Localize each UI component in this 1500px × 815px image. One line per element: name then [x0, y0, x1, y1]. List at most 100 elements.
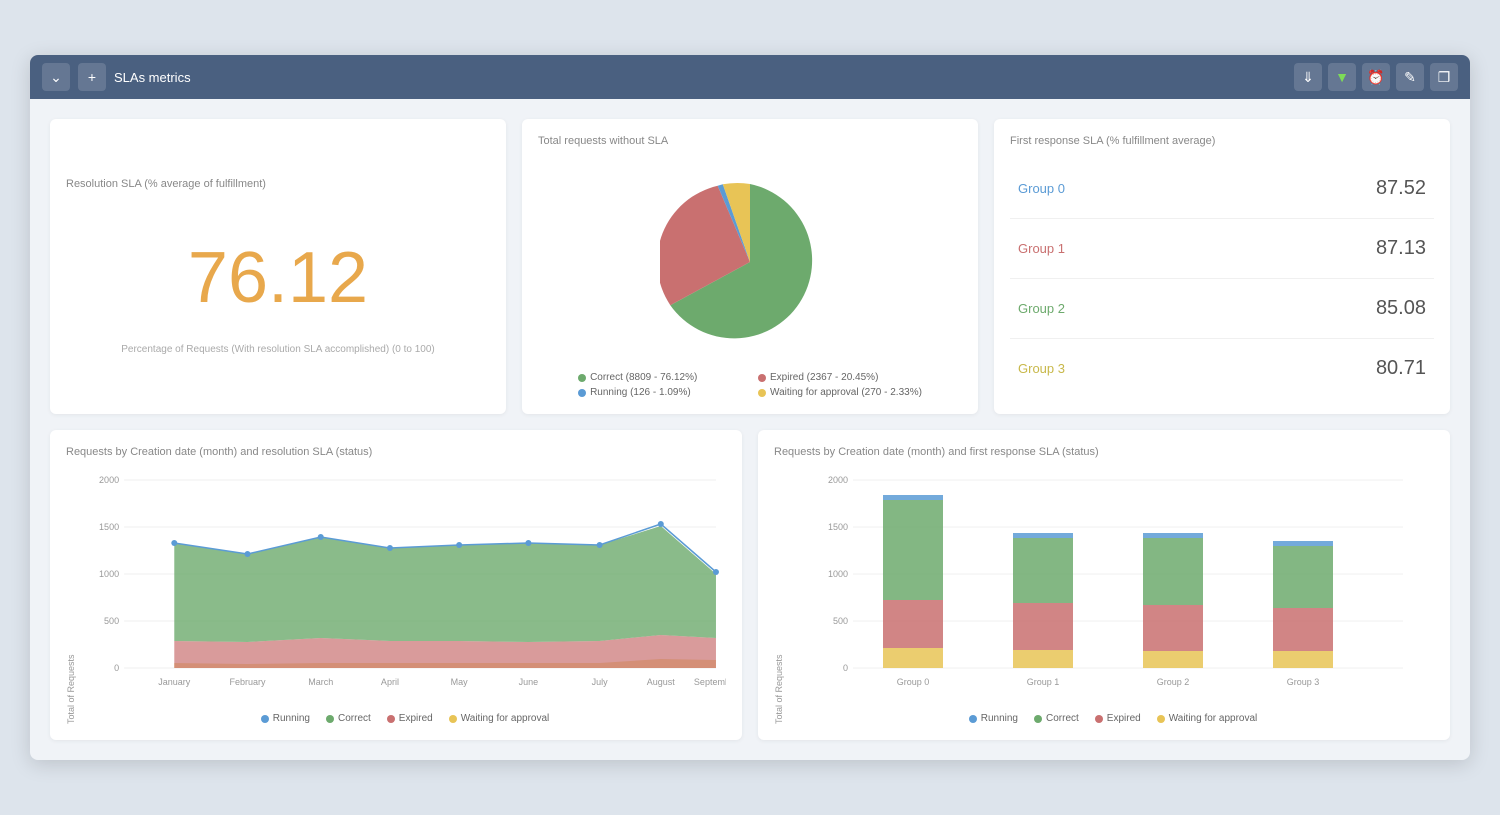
waiting-bar-dot — [1157, 715, 1165, 723]
expand-button[interactable]: ❐ — [1430, 63, 1458, 91]
top-row: Resolution SLA (% average of fulfillment… — [50, 119, 1450, 414]
group1-name: Group 1 — [1018, 241, 1065, 256]
group1-value: 87.13 — [1376, 237, 1426, 260]
clock-button[interactable]: ⏰ — [1362, 63, 1390, 91]
pie-legend: Correct (8809 - 76.12%) Expired (2367 - … — [578, 372, 922, 398]
svg-text:1500: 1500 — [99, 522, 119, 532]
legend-expired-area: Expired — [387, 713, 433, 724]
svg-text:May: May — [451, 677, 469, 687]
resolution-month-title: Requests by Creation date (month) and re… — [66, 446, 726, 458]
svg-text:0: 0 — [843, 663, 848, 673]
svg-text:0: 0 — [114, 663, 119, 673]
running-bar-label: Running — [981, 713, 1018, 724]
svg-text:Group 0: Group 0 — [897, 677, 930, 687]
total-requests-title: Total requests without SLA — [538, 135, 962, 147]
resolution-by-month-card: Requests by Creation date (month) and re… — [50, 430, 742, 740]
titlebar: ⌄ + SLAs metrics ⇓ ▼ ⏰ ✎ ❐ — [30, 55, 1470, 99]
legend-running-bar: Running — [969, 713, 1018, 724]
resolution-legend: Running Correct Expired — [84, 713, 726, 724]
svg-text:June: June — [519, 677, 539, 687]
group-legend: Running Correct Expired — [792, 713, 1434, 724]
svg-text:Group 1: Group 1 — [1027, 677, 1060, 687]
expired-bar-label: Expired — [1107, 713, 1141, 724]
pie-chart — [660, 172, 840, 352]
group3-name: Group 3 — [1018, 361, 1065, 376]
add-button[interactable]: + — [78, 63, 106, 91]
group0-value: 87.52 — [1376, 177, 1426, 200]
waiting-label: Waiting for approval (270 - 2.33%) — [770, 387, 922, 398]
sla-groups: Group 0 87.52 Group 1 87.13 Group 2 85.0… — [1010, 159, 1434, 398]
dashboard-content: Resolution SLA (% average of fulfillment… — [30, 99, 1470, 760]
expired-bar-dot — [1095, 715, 1103, 723]
running-area-label: Running — [273, 713, 310, 724]
correct-bar-label: Correct — [1046, 713, 1079, 724]
expired-dot — [758, 374, 766, 382]
titlebar-actions: ⇓ ▼ ⏰ ✎ ❐ — [1294, 63, 1458, 91]
svg-text:2000: 2000 — [99, 475, 119, 485]
running-area-dot — [261, 715, 269, 723]
resolution-sla-value: 76.12 — [188, 242, 368, 314]
svg-text:500: 500 — [833, 616, 848, 626]
first-response-title: First response SLA (% fulfillment averag… — [1010, 135, 1434, 147]
group0-name: Group 0 — [1018, 181, 1065, 196]
legend-waiting-area: Waiting for approval — [449, 713, 550, 724]
svg-text:July: July — [592, 677, 609, 687]
waiting-dot — [758, 389, 766, 397]
waiting-bar-label: Waiting for approval — [1169, 713, 1258, 724]
group2-value: 85.08 — [1376, 297, 1426, 320]
bottom-row: Requests by Creation date (month) and re… — [50, 430, 1450, 740]
sla-row-group2: Group 2 85.08 — [1010, 279, 1434, 339]
legend-waiting-bar: Waiting for approval — [1157, 713, 1258, 724]
resolution-y-label: Total of Requests — [66, 470, 76, 724]
svg-text:January: January — [158, 677, 191, 687]
legend-waiting: Waiting for approval (270 - 2.33%) — [758, 387, 922, 398]
running-bar-dot — [969, 715, 977, 723]
running-label: Running (126 - 1.09%) — [590, 387, 691, 398]
correct-area-label: Correct — [338, 713, 371, 724]
page-title: SLAs metrics — [114, 70, 1286, 85]
first-response-group-title: Requests by Creation date (month) and fi… — [774, 446, 1434, 458]
legend-correct: Correct (8809 - 76.12%) — [578, 372, 742, 383]
waiting-area-label: Waiting for approval — [461, 713, 550, 724]
waiting-area-dot — [449, 715, 457, 723]
app-window: ⌄ + SLAs metrics ⇓ ▼ ⏰ ✎ ❐ Resolution SL… — [30, 55, 1470, 760]
group-y-label: Total of Requests — [774, 470, 784, 724]
svg-text:April: April — [381, 677, 399, 687]
correct-dot — [578, 374, 586, 382]
legend-correct-bar: Correct — [1034, 713, 1079, 724]
legend-expired-bar: Expired — [1095, 713, 1141, 724]
svg-text:September: September — [694, 677, 726, 687]
resolution-sla-subtitle: Percentage of Requests (With resolution … — [121, 344, 435, 355]
total-requests-card: Total requests without SLA — [522, 119, 978, 414]
sla-row-group1: Group 1 87.13 — [1010, 219, 1434, 279]
svg-text:1500: 1500 — [828, 522, 848, 532]
edit-button[interactable]: ✎ — [1396, 63, 1424, 91]
expired-area-dot — [387, 715, 395, 723]
sla-row-group3: Group 3 80.71 — [1010, 339, 1434, 398]
svg-text:Group 3: Group 3 — [1287, 677, 1320, 687]
legend-expired: Expired (2367 - 20.45%) — [758, 372, 922, 383]
legend-running: Running (126 - 1.09%) — [578, 387, 742, 398]
svg-text:August: August — [647, 677, 676, 687]
download-button[interactable]: ⇓ — [1294, 63, 1322, 91]
pie-chart-wrapper — [660, 159, 840, 364]
first-response-by-group-card: Requests by Creation date (month) and fi… — [758, 430, 1450, 740]
svg-text:Group 2: Group 2 — [1157, 677, 1190, 687]
chevron-down-button[interactable]: ⌄ — [42, 63, 70, 91]
group-bar-chart: 2000 1500 1000 500 0 — [792, 470, 1434, 700]
filter-button[interactable]: ▼ — [1328, 63, 1356, 91]
correct-bar-dot — [1034, 715, 1042, 723]
expired-area-label: Expired — [399, 713, 433, 724]
correct-area-dot — [326, 715, 334, 723]
svg-text:February: February — [229, 677, 266, 687]
group2-name: Group 2 — [1018, 301, 1065, 316]
sla-row-group0: Group 0 87.52 — [1010, 159, 1434, 219]
legend-running-area: Running — [261, 713, 310, 724]
svg-text:March: March — [308, 677, 333, 687]
resolution-sla-card: Resolution SLA (% average of fulfillment… — [50, 119, 506, 414]
group3-value: 80.71 — [1376, 357, 1426, 380]
svg-text:1000: 1000 — [99, 569, 119, 579]
resolution-area-chart: 2000 1500 1000 500 0 — [84, 470, 726, 700]
svg-text:2000: 2000 — [828, 475, 848, 485]
expired-label: Expired (2367 - 20.45%) — [770, 372, 878, 383]
